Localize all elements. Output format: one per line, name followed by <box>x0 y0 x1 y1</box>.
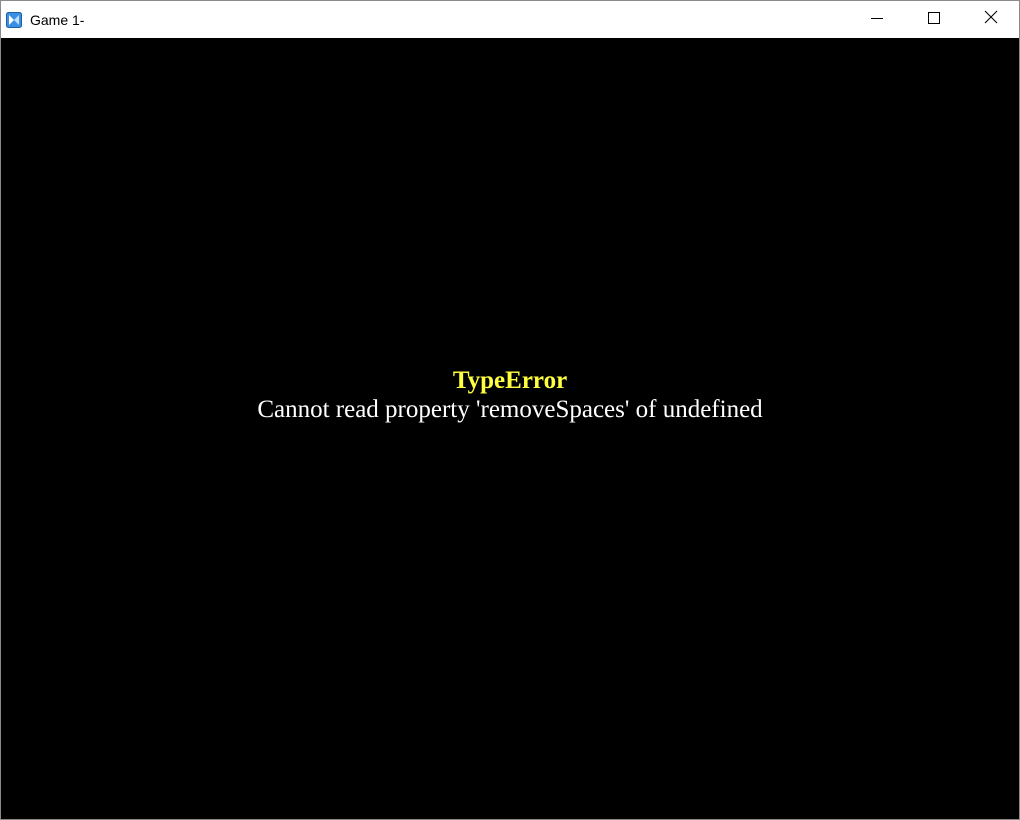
minimize-button[interactable] <box>848 1 905 38</box>
maximize-icon <box>927 11 940 29</box>
game-canvas[interactable]: TypeError Cannot read property 'removeSp… <box>1 38 1019 819</box>
close-icon <box>984 10 998 29</box>
window-title: Game 1- <box>30 11 85 28</box>
window-controls <box>848 1 1019 38</box>
error-message: Cannot read property 'removeSpaces' of u… <box>257 396 763 423</box>
close-button[interactable] <box>962 1 1019 38</box>
title-bar[interactable]: Game 1- <box>1 1 1019 38</box>
app-icon <box>6 11 22 28</box>
error-name: TypeError <box>452 367 568 394</box>
maximize-button[interactable] <box>905 1 962 38</box>
error-display: TypeError Cannot read property 'removeSp… <box>1 366 1019 424</box>
minimize-icon <box>870 11 883 29</box>
game-window: Game 1- TypeError Cannot read property '… <box>0 0 1020 820</box>
